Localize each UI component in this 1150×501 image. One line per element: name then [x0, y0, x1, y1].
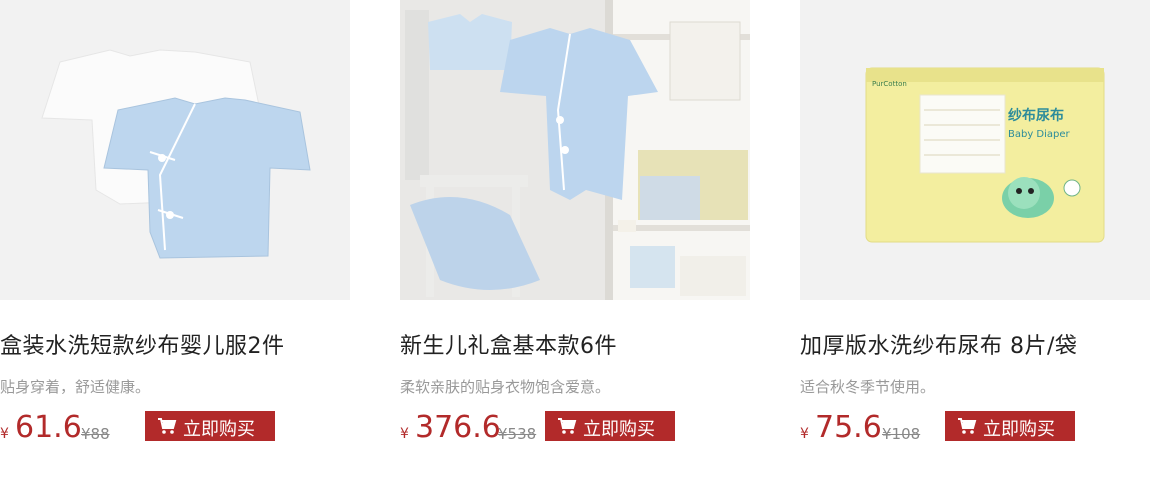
product-image-gift-set[interactable]	[400, 0, 750, 300]
cart-icon	[558, 418, 577, 434]
sale-price: 75.6	[815, 410, 882, 445]
product-grid: 盒装水洗短款纱布婴儿服2件 贴身穿着，舒适健康。 ¥ 61.6 ¥88 立即购买	[0, 0, 1150, 501]
product-title[interactable]: 加厚版水洗纱布尿布 8片/袋	[800, 328, 1077, 360]
price-row: ¥ 75.6 ¥108 立即购买	[800, 408, 1150, 448]
currency-symbol: ¥	[400, 426, 409, 442]
product-title[interactable]: 盒装水洗短款纱布婴儿服2件	[0, 328, 285, 360]
sale-price: 61.6	[15, 410, 82, 445]
price-row: ¥ 61.6 ¥88 立即购买	[0, 408, 350, 448]
product-description: 柔软亲肤的贴身衣物饱含爱意。	[400, 378, 611, 396]
buy-now-label: 立即购买	[983, 419, 1055, 440]
product-image-diaper-pack[interactable]: PurCotton 纱布尿布 Baby Diaper	[800, 0, 1150, 300]
buy-now-label: 立即购买	[583, 419, 655, 440]
product-card[interactable]: PurCotton 纱布尿布 Baby Diaper 加厚版水洗纱布尿布 8片/…	[800, 0, 1150, 501]
currency-symbol: ¥	[800, 426, 809, 442]
cart-icon	[158, 418, 177, 434]
original-price: ¥88	[81, 425, 110, 443]
buy-now-button[interactable]: 立即购买	[945, 411, 1075, 441]
original-price: ¥538	[498, 425, 537, 443]
diaper-pack-icon: PurCotton 纱布尿布 Baby Diaper	[800, 0, 1150, 300]
product-card[interactable]: 盒装水洗短款纱布婴儿服2件 贴身穿着，舒适健康。 ¥ 61.6 ¥88 立即购买	[0, 0, 350, 501]
buy-now-label: 立即购买	[183, 419, 255, 440]
package-brand-text: PurCotton	[872, 80, 907, 88]
package-subtitle-text: Baby Diaper	[1008, 129, 1071, 140]
price-row: ¥ 376.6 ¥538 立即购买	[400, 408, 750, 448]
sale-price: 376.6	[415, 410, 501, 445]
original-price: ¥108	[882, 425, 921, 443]
product-title[interactable]: 新生儿礼盒基本款6件	[400, 328, 617, 360]
package-title-text: 纱布尿布	[1008, 107, 1064, 124]
buy-now-button[interactable]: 立即购买	[545, 411, 675, 441]
cart-icon	[958, 418, 977, 434]
product-description: 适合秋冬季节使用。	[800, 378, 936, 396]
currency-symbol: ¥	[0, 426, 9, 442]
product-image-baby-clothes[interactable]	[0, 0, 350, 300]
buy-now-button[interactable]: 立即购买	[145, 411, 275, 441]
product-card[interactable]: 新生儿礼盒基本款6件 柔软亲肤的贴身衣物饱含爱意。 ¥ 376.6 ¥538 立…	[400, 0, 750, 501]
baby-clothes-icon	[0, 0, 350, 300]
product-description: 贴身穿着，舒适健康。	[0, 378, 151, 396]
gift-set-icon	[400, 0, 750, 300]
